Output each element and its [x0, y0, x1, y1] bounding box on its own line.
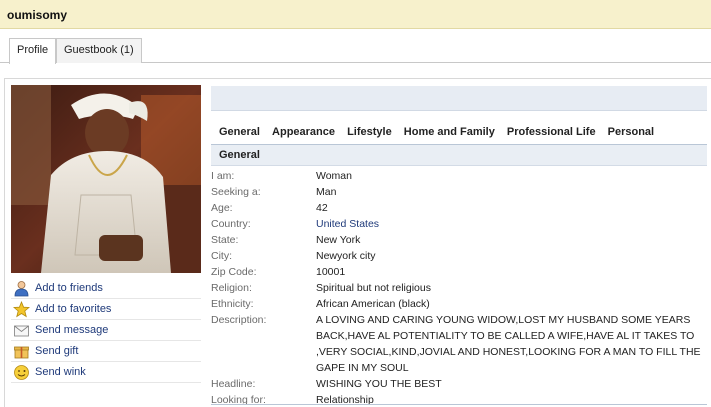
- field-label: Ethnicity:: [211, 298, 254, 310]
- send-message-link[interactable]: Send message: [11, 320, 201, 341]
- subnav-professional-life[interactable]: Professional Life: [507, 126, 596, 138]
- subnav-lifestyle[interactable]: Lifestyle: [347, 126, 392, 138]
- profile-fields: I am: Woman Seeking a: Man Age: 42 Count…: [211, 168, 707, 407]
- details-bottom-divider: [211, 404, 707, 405]
- subnav-general[interactable]: General: [219, 126, 260, 138]
- field-label: Description:: [211, 314, 267, 326]
- profile-content: Add to friends Add to favorites Send mes…: [4, 78, 711, 407]
- field-label: Headline:: [211, 378, 256, 390]
- profile-subnav: General Appearance Lifestyle Home and Fa…: [219, 126, 663, 138]
- field-row-age: Age: 42: [211, 200, 707, 216]
- country-link[interactable]: United States: [316, 216, 701, 232]
- profile-photo-image: [11, 85, 201, 273]
- field-row-seeking: Seeking a: Man: [211, 184, 707, 200]
- envelope-icon: [14, 325, 29, 337]
- tab-guestbook[interactable]: Guestbook (1): [56, 38, 142, 63]
- field-row-religion: Religion: Spiritual but not religious: [211, 280, 707, 296]
- field-label: Seeking a:: [211, 186, 261, 198]
- add-to-favorites-link[interactable]: Add to favorites: [11, 299, 201, 320]
- add-to-favorites-label: Add to favorites: [35, 303, 112, 315]
- field-row-i-am: I am: Woman: [211, 168, 707, 184]
- field-row-ethnicity: Ethnicity: African American (black): [211, 296, 707, 312]
- field-row-city: City: Newyork city: [211, 248, 707, 264]
- field-row-state: State: New York: [211, 232, 707, 248]
- field-row-zip: Zip Code: 10001: [211, 264, 707, 280]
- field-row-country: Country: United States: [211, 216, 707, 232]
- field-label: Zip Code:: [211, 266, 257, 278]
- field-value: New York: [316, 234, 361, 246]
- field-label: City:: [211, 250, 232, 262]
- field-value: 42: [316, 202, 328, 214]
- gift-icon: [14, 346, 29, 359]
- field-value: A LOVING AND CARING YOUNG WIDOW,LOST MY …: [316, 314, 701, 374]
- profile-photo[interactable]: [11, 85, 201, 273]
- field-label: Age:: [211, 202, 233, 214]
- subnav-personal[interactable]: Personal: [608, 126, 654, 138]
- section-title: General: [219, 149, 260, 161]
- subnav-home-and-family[interactable]: Home and Family: [404, 126, 495, 138]
- field-value: Man: [316, 186, 337, 198]
- send-gift-link[interactable]: Send gift: [11, 341, 201, 362]
- section-header-general: General: [211, 144, 707, 166]
- add-to-friends-link[interactable]: Add to friends: [11, 278, 201, 299]
- profile-header-bar: oumisomy: [0, 0, 711, 29]
- profile-actions: Add to friends Add to favorites Send mes…: [11, 278, 201, 383]
- field-label: State:: [211, 234, 239, 246]
- field-row-description: Description: A LOVING AND CARING YOUNG W…: [211, 312, 707, 376]
- profile-username: oumisomy: [7, 8, 68, 22]
- star-icon: [13, 301, 30, 318]
- add-friend-icon: [14, 281, 29, 297]
- field-value: 10001: [316, 266, 346, 278]
- field-value: WISHING YOU THE BEST: [316, 378, 442, 390]
- field-label: I am:: [211, 170, 235, 182]
- wink-smiley-icon: [14, 365, 29, 380]
- field-value: African American (black): [316, 298, 430, 310]
- send-wink-link[interactable]: Send wink: [11, 362, 201, 383]
- field-row-headline: Headline: WISHING YOU THE BEST: [211, 376, 707, 392]
- send-wink-label: Send wink: [35, 366, 86, 378]
- tab-profile[interactable]: Profile: [9, 38, 57, 64]
- subnav-appearance[interactable]: Appearance: [272, 126, 335, 138]
- field-value: Newyork city: [316, 250, 376, 262]
- field-label: Religion:: [211, 282, 252, 294]
- add-to-friends-label: Add to friends: [35, 282, 103, 294]
- field-value: Woman: [316, 170, 352, 182]
- send-message-label: Send message: [35, 324, 109, 336]
- details-top-bar: [211, 86, 707, 111]
- send-gift-label: Send gift: [35, 345, 79, 357]
- field-label: Country:: [211, 218, 251, 230]
- field-value: Spiritual but not religious: [316, 282, 431, 294]
- profile-tabs: Profile Guestbook (1): [0, 38, 711, 64]
